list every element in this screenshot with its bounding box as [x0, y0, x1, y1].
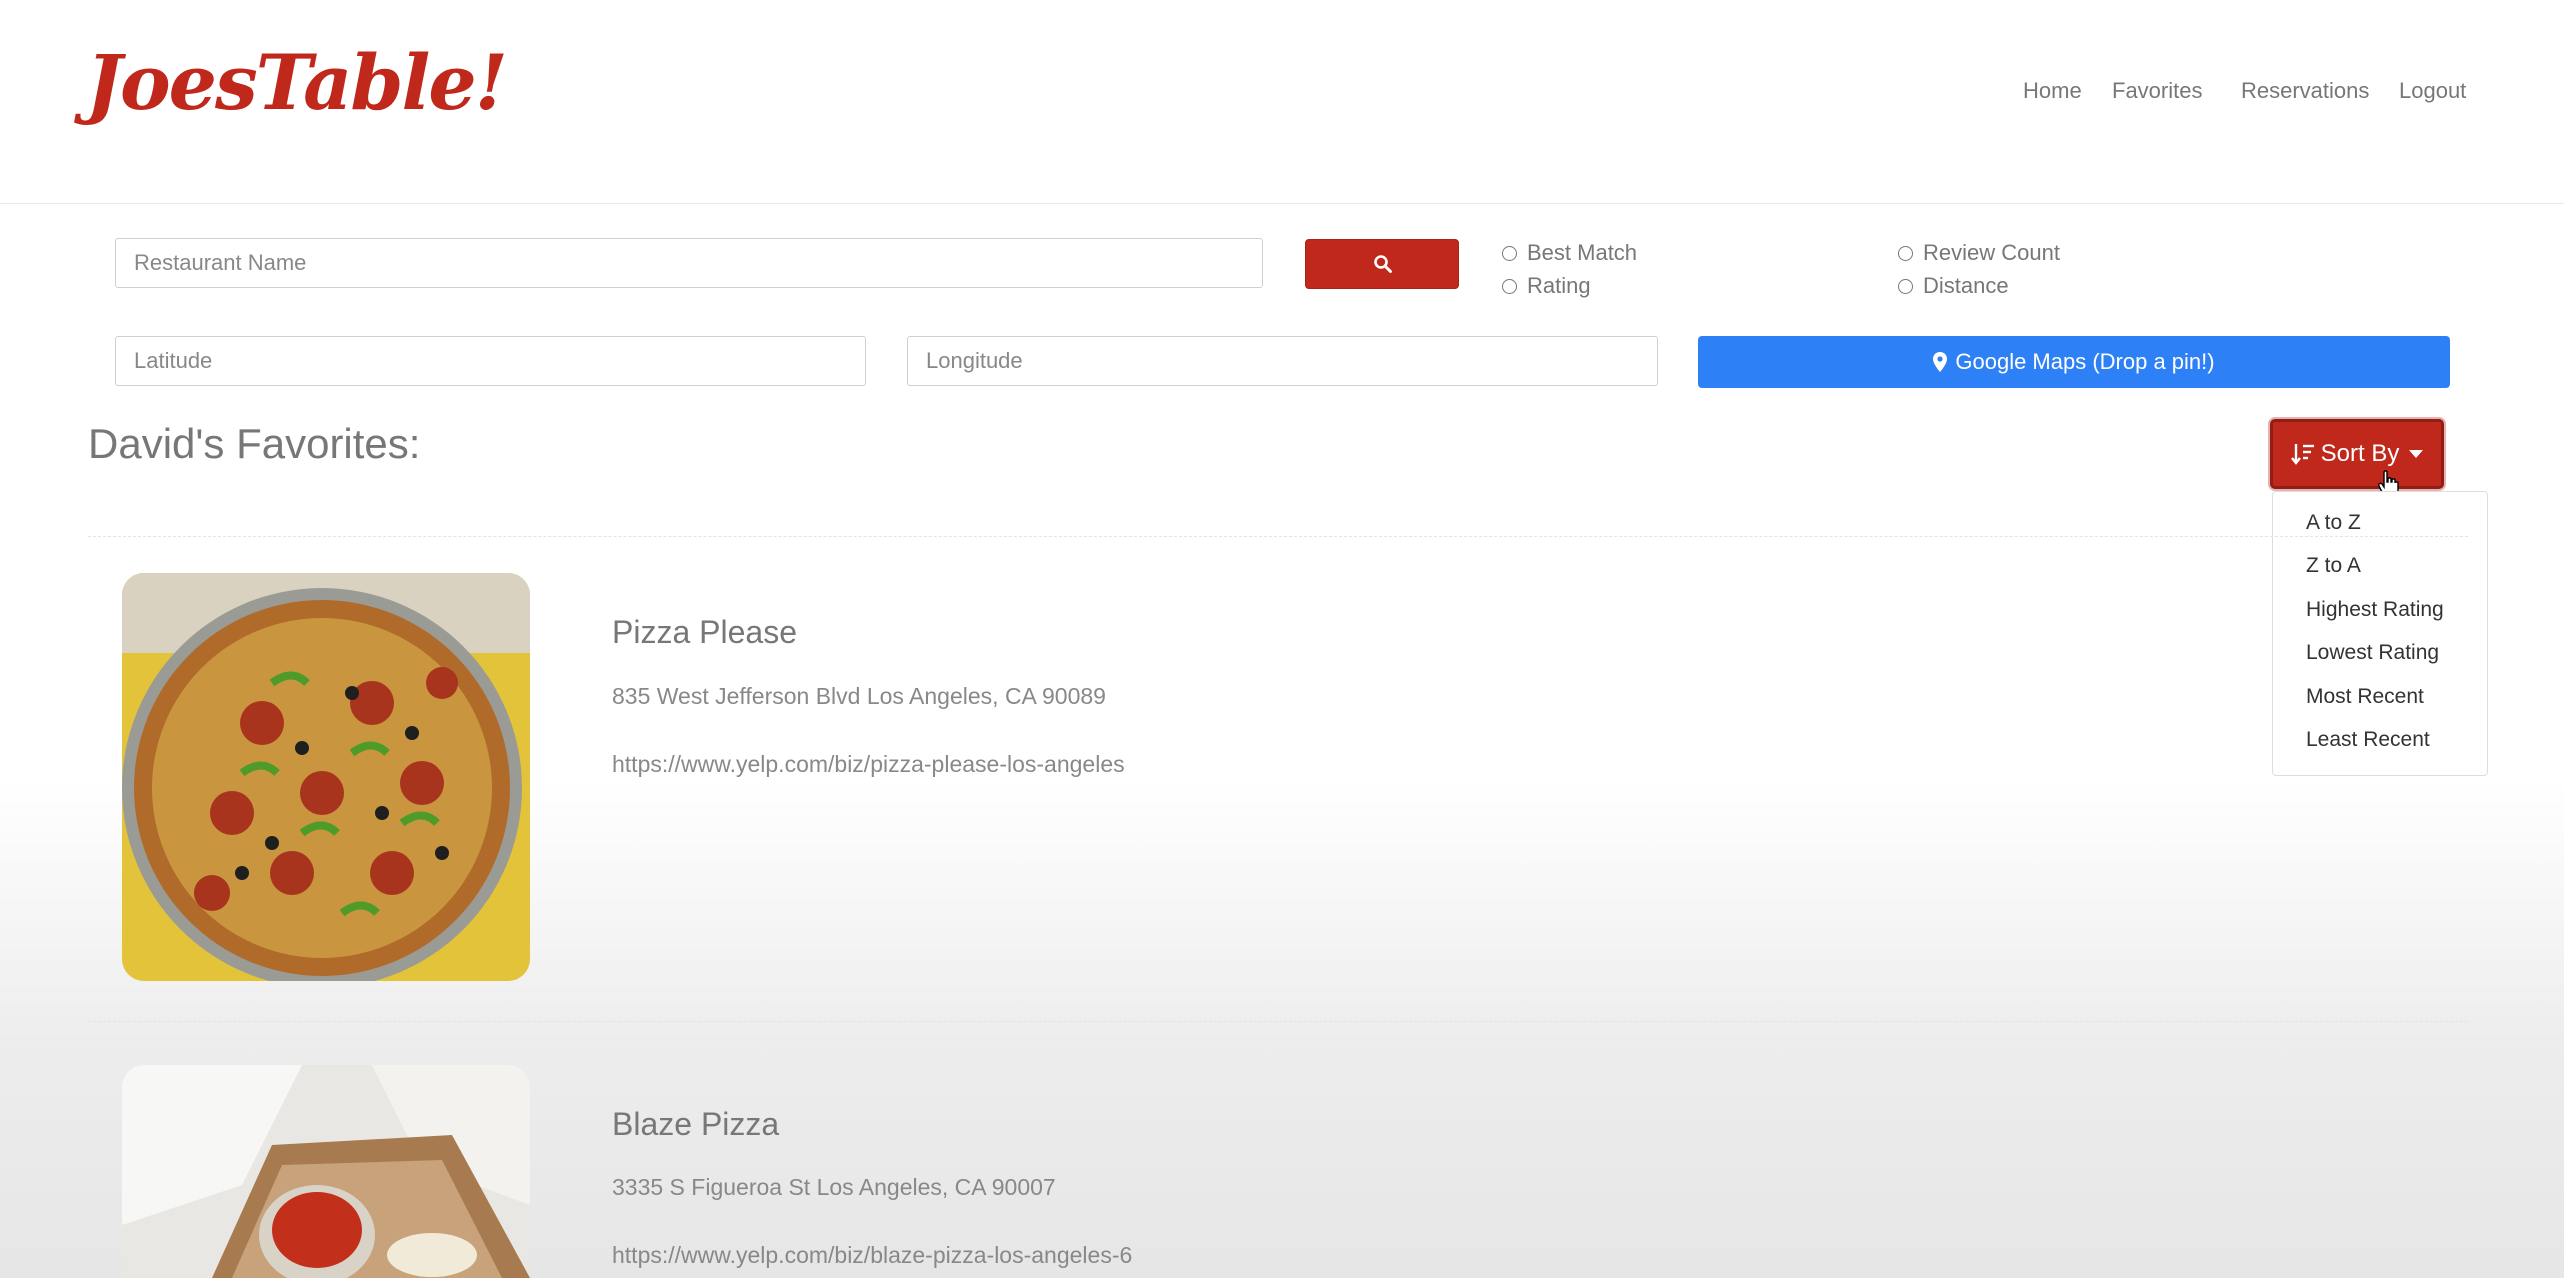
- radio-rating[interactable]: Rating: [1502, 273, 1591, 299]
- search-button[interactable]: [1305, 239, 1459, 289]
- restaurant-url[interactable]: https://www.yelp.com/biz/blaze-pizza-los…: [612, 1242, 1132, 1269]
- restaurant-address: 3335 S Figueroa St Los Angeles, CA 90007: [612, 1174, 1056, 1200]
- sort-option-lowest-rating[interactable]: Lowest Rating: [2306, 641, 2439, 665]
- radio-best-match[interactable]: Best Match: [1502, 240, 1637, 266]
- nav-reservations[interactable]: Reservations: [2241, 78, 2369, 104]
- sort-by-button[interactable]: Sort By: [2270, 419, 2444, 489]
- nav-home[interactable]: Home: [2023, 78, 2082, 104]
- restaurant-image[interactable]: [122, 1065, 530, 1278]
- radio-review-count[interactable]: Review Count: [1898, 240, 2060, 266]
- radio-circle-icon: [1898, 245, 1913, 261]
- restaurant-url[interactable]: https://www.yelp.com/biz/pizza-please-lo…: [612, 751, 1125, 778]
- restaurant-name-input[interactable]: [115, 238, 1263, 288]
- google-maps-button[interactable]: Google Maps (Drop a pin!): [1698, 336, 2450, 388]
- longitude-input[interactable]: [907, 336, 1658, 386]
- nav-favorites[interactable]: Favorites: [2112, 78, 2202, 104]
- divider: [88, 536, 2468, 537]
- radio-circle-icon: [1502, 278, 1517, 294]
- restaurant-name[interactable]: Blaze Pizza: [612, 1106, 779, 1143]
- latitude-input[interactable]: [115, 336, 866, 386]
- sort-option-z-to-a[interactable]: Z to A: [2306, 554, 2361, 578]
- divider: [88, 1021, 2468, 1022]
- sort-option-highest-rating[interactable]: Highest Rating: [2306, 598, 2444, 622]
- search-icon: [1374, 255, 1392, 273]
- restaurant-image[interactable]: [122, 573, 530, 981]
- sort-dropdown-menu: A to Z Z to A Highest Rating Lowest Rati…: [2272, 491, 2488, 776]
- logo[interactable]: JoesTable!: [86, 38, 508, 127]
- map-marker-icon: [1933, 352, 1948, 372]
- header: JoesTable! Home Favorites Reservations L…: [0, 0, 2564, 204]
- sort-option-a-to-z[interactable]: A to Z: [2306, 511, 2361, 535]
- nav-logout[interactable]: Logout: [2399, 78, 2466, 104]
- caret-down-icon: [2409, 450, 2424, 458]
- restaurant-name[interactable]: Pizza Please: [612, 614, 797, 651]
- radio-distance[interactable]: Distance: [1898, 273, 2009, 299]
- radio-circle-icon: [1898, 278, 1913, 294]
- sort-option-most-recent[interactable]: Most Recent: [2306, 685, 2424, 709]
- restaurant-address: 835 West Jefferson Blvd Los Angeles, CA …: [612, 683, 1106, 709]
- sort-option-least-recent[interactable]: Least Recent: [2306, 728, 2430, 752]
- sort-icon: [2290, 444, 2314, 465]
- radio-circle-icon: [1502, 245, 1517, 261]
- page-title: David's Favorites:: [88, 420, 421, 467]
